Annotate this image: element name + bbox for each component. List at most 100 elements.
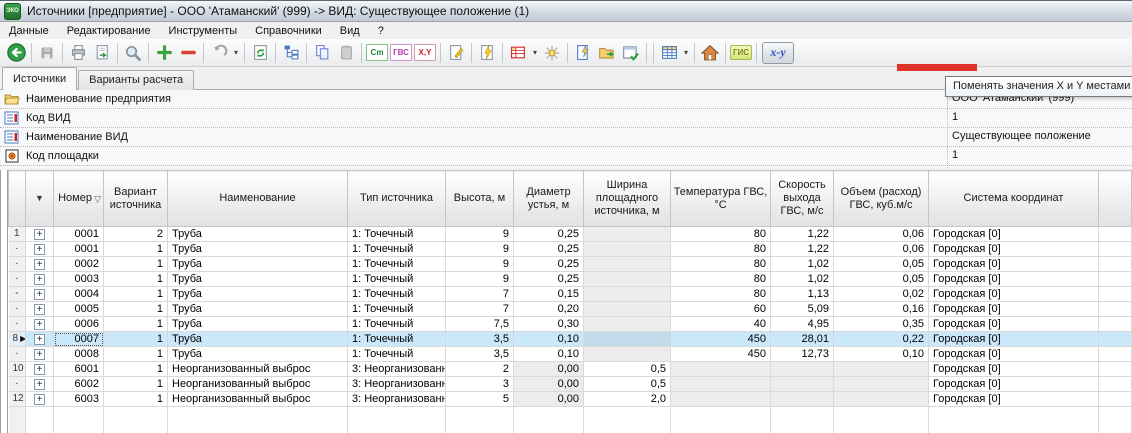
back-button[interactable] (4, 41, 28, 64)
cell-nomer[interactable]: 0005 (54, 302, 104, 317)
cell-diameter[interactable]: 0,25 (514, 227, 584, 242)
cell-speed[interactable]: 1,22 (771, 242, 834, 257)
undo-button[interactable] (207, 41, 231, 64)
cell-variant[interactable]: 1 (104, 392, 168, 407)
cell-diameter[interactable]: 0,00 (514, 362, 584, 377)
cell-name[interactable]: Труба (168, 272, 348, 287)
grid-view-button[interactable] (657, 41, 681, 64)
cell-speed[interactable] (771, 377, 834, 392)
cell-variant[interactable]: 1 (104, 287, 168, 302)
undo-dropdown-icon[interactable]: ▾ (231, 48, 241, 57)
cell-nomer[interactable]: 0008 (54, 347, 104, 362)
header-width[interactable]: Ширина площадного источника, м (584, 171, 671, 227)
cell-type[interactable]: 1: Точечный (348, 347, 446, 362)
form-button[interactable] (506, 41, 530, 64)
grid-dropdown-icon[interactable]: ▾ (681, 48, 691, 57)
cell-width[interactable] (584, 302, 671, 317)
expand-icon[interactable]: + (34, 229, 45, 240)
cell-nomer[interactable]: 6001 (54, 362, 104, 377)
cell-height[interactable]: 9 (446, 227, 514, 242)
add-button[interactable] (152, 41, 176, 64)
cell-coords[interactable]: Городская [0] (929, 362, 1099, 377)
menu-item-help[interactable]: ? (369, 24, 393, 38)
cell-type[interactable]: 3: Неорганизованн (348, 392, 446, 407)
cell-type[interactable]: 1: Точечный (348, 242, 446, 257)
cell-volume[interactable]: 0,05 (834, 257, 929, 272)
cell-type[interactable]: 3: Неорганизованн (348, 362, 446, 377)
expand-icon[interactable]: + (34, 349, 45, 360)
cell-type[interactable]: 1: Точечный (348, 272, 446, 287)
cell-volume[interactable]: 0,16 (834, 302, 929, 317)
menu-item-view[interactable]: Вид (331, 24, 369, 38)
cell-variant[interactable]: 1 (104, 317, 168, 332)
cell-speed[interactable]: 28,01 (771, 332, 834, 347)
home-button[interactable] (698, 41, 722, 64)
header-nomer[interactable]: Номер ▽ (54, 171, 104, 227)
cell-temp[interactable]: 80 (671, 257, 771, 272)
cell-volume[interactable] (834, 392, 929, 407)
cell-type[interactable]: 3: Неорганизованн (348, 377, 446, 392)
cell-name[interactable]: Труба (168, 242, 348, 257)
header-height[interactable]: Высота, м (446, 171, 514, 227)
cell-variant[interactable]: 1 (104, 302, 168, 317)
cell-height[interactable]: 7,5 (446, 317, 514, 332)
cell-name[interactable]: Труба (168, 227, 348, 242)
cell-nomer[interactable]: 0002 (54, 257, 104, 272)
save-button[interactable] (35, 41, 59, 64)
cell-coords[interactable]: Городская [0] (929, 272, 1099, 287)
row-indicator[interactable]: 8▶ (9, 332, 26, 347)
table-row[interactable]: -+00041Труба1: Точечный70,15801,130,02Го… (9, 287, 1132, 302)
cell-volume[interactable]: 0,02 (834, 287, 929, 302)
lightning-action-button[interactable] (475, 41, 499, 64)
expand-icon[interactable]: + (34, 274, 45, 285)
cell-coords[interactable]: Городская [0] (929, 317, 1099, 332)
menu-item-edit[interactable]: Редактирование (58, 24, 160, 38)
cell-volume[interactable]: 0,05 (834, 272, 929, 287)
edit-lightning-button[interactable] (571, 41, 595, 64)
cell-type[interactable]: 1: Точечный (348, 302, 446, 317)
paste-button[interactable] (334, 41, 358, 64)
cell-volume[interactable]: 0,10 (834, 347, 929, 362)
row-indicator[interactable]: 12 (9, 392, 26, 407)
row-indicator[interactable]: · (9, 377, 26, 392)
form-dropdown-icon[interactable]: ▾ (530, 48, 540, 57)
cell-name[interactable]: Труба (168, 347, 348, 362)
cell-height[interactable]: 9 (446, 272, 514, 287)
header-variant[interactable]: Вариант источника (104, 171, 168, 227)
cell-height[interactable]: 3 (446, 377, 514, 392)
cell-height[interactable]: 9 (446, 257, 514, 272)
tree-button[interactable] (279, 41, 303, 64)
cell-type[interactable]: 1: Точечный (348, 287, 446, 302)
cell-height[interactable]: 9 (446, 242, 514, 257)
cell-width[interactable] (584, 347, 671, 362)
cell-temp[interactable] (671, 392, 771, 407)
cell-nomer[interactable]: 0003 (54, 272, 104, 287)
cell-temp[interactable]: 80 (671, 272, 771, 287)
table-row[interactable]: 8▶+00071Труба1: Точечный3,50,1045028,010… (9, 332, 1132, 347)
row-indicator[interactable]: · (9, 242, 26, 257)
cell-coords[interactable]: Городская [0] (929, 377, 1099, 392)
cell-diameter[interactable]: 0,00 (514, 392, 584, 407)
swap-xy-button[interactable]: x-y (762, 42, 794, 64)
cell-speed[interactable]: 4,95 (771, 317, 834, 332)
cell-width[interactable]: 0,5 (584, 362, 671, 377)
cell-speed[interactable]: 1,13 (771, 287, 834, 302)
tab-sources[interactable]: Источники (2, 67, 77, 90)
table-row[interactable]: ·+00031Труба1: Точечный90,25801,020,05Го… (9, 272, 1132, 287)
expand-icon[interactable]: + (34, 319, 45, 330)
cell-height[interactable]: 5 (446, 392, 514, 407)
cell-speed[interactable]: 5,09 (771, 302, 834, 317)
cell-diameter[interactable]: 0,00 (514, 377, 584, 392)
window-check-button[interactable] (619, 41, 643, 64)
expand-icon[interactable]: + (34, 289, 45, 300)
expand-icon[interactable]: + (34, 364, 45, 375)
cell-speed[interactable]: 1,02 (771, 257, 834, 272)
cell-volume[interactable]: 0,06 (834, 242, 929, 257)
expand-icon[interactable]: + (34, 394, 45, 405)
table-row[interactable]: ·+00081Труба1: Точечный3,50,1045012,730,… (9, 347, 1132, 362)
cell-temp[interactable] (671, 362, 771, 377)
header-temp[interactable]: Температура ГВС, °С (671, 171, 771, 227)
menu-item-references[interactable]: Справочники (246, 24, 331, 38)
table-row[interactable]: ·+00021Труба1: Точечный90,25801,020,05Го… (9, 257, 1132, 272)
header-type[interactable]: Тип источника (348, 171, 446, 227)
